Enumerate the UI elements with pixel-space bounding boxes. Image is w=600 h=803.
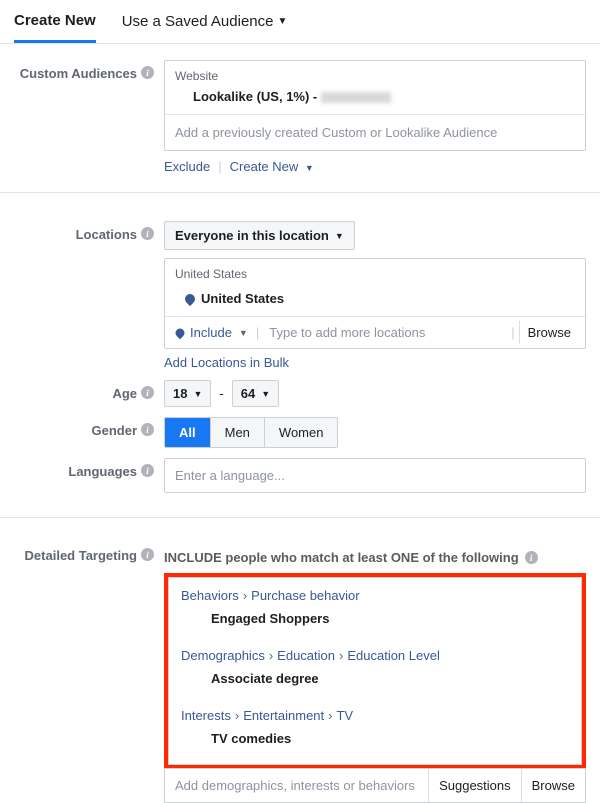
location-item[interactable]: United States bbox=[165, 285, 585, 316]
custom-audiences-group-label: Website bbox=[165, 61, 585, 85]
path-segment: Interests bbox=[181, 708, 231, 723]
info-icon[interactable]: i bbox=[141, 548, 154, 561]
gender-women-button[interactable]: Women bbox=[265, 418, 338, 447]
include-dropdown[interactable]: Include ▼ bbox=[171, 321, 252, 344]
custom-audiences-label: Custom Audiences bbox=[20, 66, 137, 81]
detailed-targeting-footer: Add demographics, interests or behaviors… bbox=[164, 768, 586, 803]
info-icon[interactable]: i bbox=[141, 66, 154, 79]
lookalike-audience-item[interactable]: Lookalike (US, 1%) - bbox=[165, 85, 585, 114]
languages-input[interactable]: Enter a language... bbox=[164, 458, 586, 493]
redacted-text bbox=[321, 92, 391, 103]
path-segment: Entertainment bbox=[243, 708, 324, 723]
gender-toggle-group: All Men Women bbox=[164, 417, 338, 448]
path-segment: TV bbox=[336, 708, 353, 723]
lookalike-prefix: Lookalike (US, 1%) - bbox=[193, 89, 321, 104]
age-max-select[interactable]: 64 ▼ bbox=[232, 380, 279, 407]
caret-down-icon: ▼ bbox=[193, 389, 202, 399]
languages-label: Languages bbox=[68, 464, 137, 479]
separator: | bbox=[256, 325, 259, 340]
location-item-label: United States bbox=[201, 291, 284, 306]
add-locations-bulk-link[interactable]: Add Locations in Bulk bbox=[164, 349, 586, 370]
caret-down-icon: ▼ bbox=[305, 163, 314, 173]
info-icon[interactable]: i bbox=[141, 423, 154, 436]
exclude-link[interactable]: Exclude bbox=[164, 159, 210, 174]
detailed-targeting-heading: INCLUDE people who match at least ONE of… bbox=[164, 550, 519, 565]
browse-targeting-button[interactable]: Browse bbox=[521, 769, 585, 802]
caret-down-icon: ▼ bbox=[335, 231, 344, 241]
info-icon[interactable]: i bbox=[141, 464, 154, 477]
gender-men-button[interactable]: Men bbox=[211, 418, 265, 447]
targeting-item[interactable]: Behaviors›Purchase behavior Engaged Shop… bbox=[169, 578, 581, 638]
path-segment: Demographics bbox=[181, 648, 265, 663]
caret-down-icon: ▼ bbox=[261, 389, 270, 399]
location-scope-label: Everyone in this location bbox=[175, 228, 329, 243]
targeting-path: Interests›Entertainment›TV bbox=[181, 708, 569, 723]
suggestions-button[interactable]: Suggestions bbox=[428, 769, 521, 802]
info-icon[interactable]: i bbox=[141, 227, 154, 240]
location-input[interactable]: Type to add more locations bbox=[263, 321, 507, 344]
detailed-targeting-label: Detailed Targeting bbox=[25, 548, 137, 563]
custom-audience-input[interactable]: Add a previously created Custom or Looka… bbox=[165, 114, 585, 150]
tab-saved-audience-label: Use a Saved Audience bbox=[122, 13, 274, 30]
path-segment: Behaviors bbox=[181, 588, 239, 603]
gender-label: Gender bbox=[91, 423, 137, 438]
targeting-item[interactable]: Demographics›Education›Education Level A… bbox=[169, 638, 581, 698]
map-pin-icon bbox=[183, 291, 197, 305]
location-group-label: United States bbox=[165, 259, 585, 285]
tab-create-new-label: Create New bbox=[14, 12, 96, 29]
separator: | bbox=[218, 159, 221, 174]
targeting-path: Demographics›Education›Education Level bbox=[181, 648, 569, 663]
gender-all-button[interactable]: All bbox=[165, 418, 211, 447]
age-max-value: 64 bbox=[241, 386, 255, 401]
targeting-value: Associate degree bbox=[181, 663, 569, 694]
path-segment: Education bbox=[277, 648, 335, 663]
caret-down-icon: ▼ bbox=[239, 328, 248, 338]
age-min-value: 18 bbox=[173, 386, 187, 401]
detailed-targeting-highlight: Behaviors›Purchase behavior Engaged Shop… bbox=[164, 573, 586, 769]
caret-down-icon: ▼ bbox=[277, 16, 287, 27]
targeting-value: TV comedies bbox=[181, 723, 569, 754]
browse-locations-button[interactable]: Browse bbox=[519, 321, 579, 344]
info-icon[interactable]: i bbox=[141, 386, 154, 399]
add-targeting-input[interactable]: Add demographics, interests or behaviors bbox=[165, 769, 428, 802]
map-pin-icon bbox=[174, 326, 187, 339]
custom-audiences-box: Website Lookalike (US, 1%) - Add a previ… bbox=[164, 60, 586, 151]
locations-label: Locations bbox=[76, 227, 137, 242]
dash-separator: - bbox=[219, 386, 223, 401]
targeting-item[interactable]: Interests›Entertainment›TV TV comedies bbox=[169, 698, 581, 764]
path-segment: Purchase behavior bbox=[251, 588, 359, 603]
age-label: Age bbox=[112, 386, 137, 401]
age-min-select[interactable]: 18 ▼ bbox=[164, 380, 211, 407]
locations-box: United States United States Include ▼ | … bbox=[164, 258, 586, 349]
location-scope-dropdown[interactable]: Everyone in this location ▼ bbox=[164, 221, 355, 250]
info-icon[interactable]: i bbox=[525, 551, 538, 564]
tab-saved-audience[interactable]: Use a Saved Audience ▼ bbox=[122, 0, 288, 43]
targeting-path: Behaviors›Purchase behavior bbox=[181, 588, 569, 603]
include-label: Include bbox=[190, 325, 232, 340]
create-new-link-label: Create New bbox=[230, 159, 299, 174]
create-new-link[interactable]: Create New ▼ bbox=[230, 159, 314, 174]
targeting-value: Engaged Shoppers bbox=[181, 603, 569, 634]
path-segment: Education Level bbox=[347, 648, 440, 663]
tab-create-new[interactable]: Create New bbox=[14, 0, 96, 43]
separator: | bbox=[511, 325, 514, 340]
